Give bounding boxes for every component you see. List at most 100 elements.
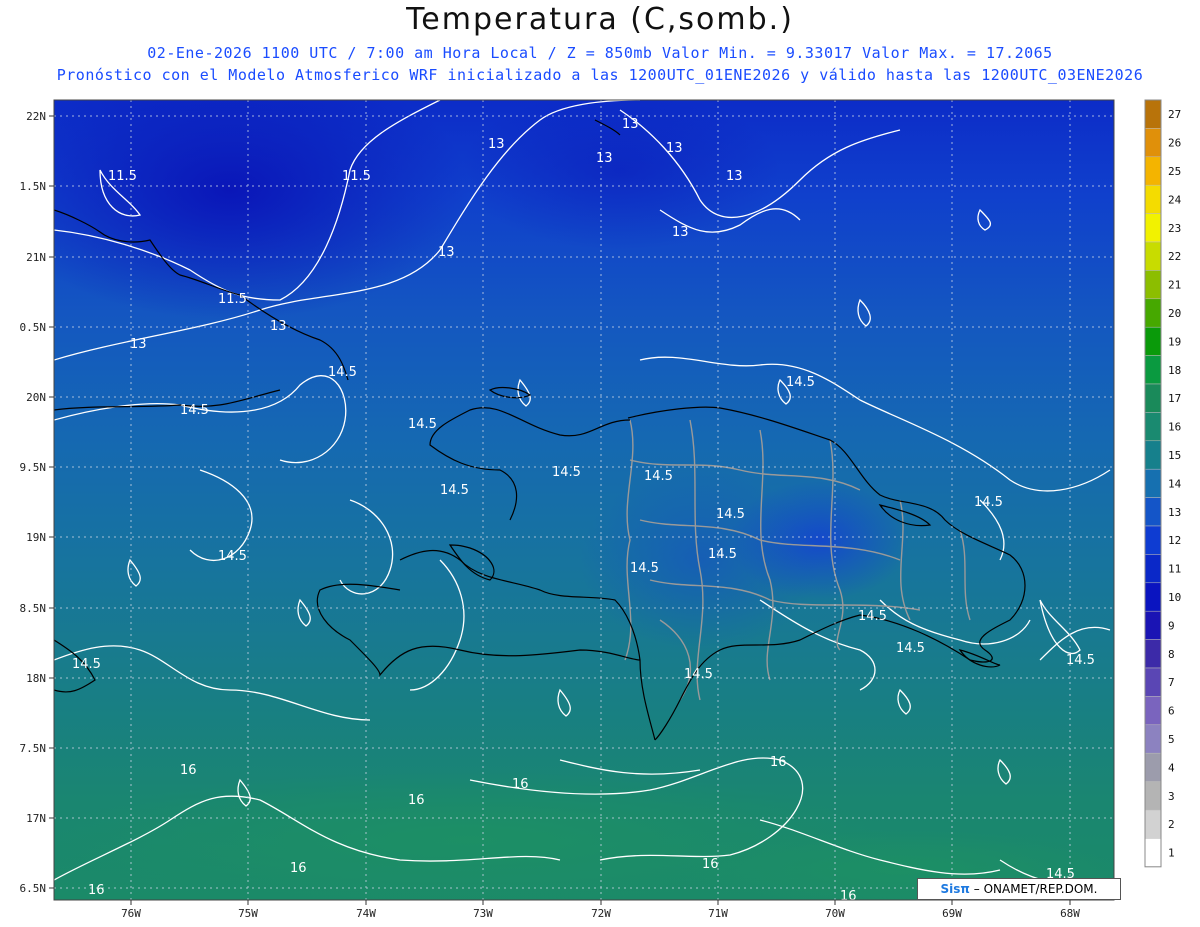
contour-label: 11.5	[218, 292, 247, 307]
contour-label: 14.5	[72, 657, 101, 672]
contour-label: 14.5	[708, 547, 737, 562]
colorbar-swatch	[1144, 156, 1162, 186]
colorbar-label: 9	[1168, 619, 1175, 632]
colorbar-label: 10	[1168, 591, 1181, 604]
contour-label: 13	[666, 141, 683, 156]
colorbar-swatch	[1144, 667, 1162, 697]
plot-area: 11.5 11.5 11.5 13 13 13 13 13 13 13 13 1…	[54, 100, 1114, 904]
contour-label: 14.5	[974, 495, 1003, 510]
contour-label: 11.5	[108, 169, 137, 184]
colorbar-swatch	[1144, 639, 1162, 669]
colorbar-swatch	[1144, 752, 1162, 782]
contour-label: 14.5	[644, 469, 673, 484]
colorbar-swatch	[1144, 440, 1162, 470]
lat-label: 9.5N	[20, 461, 47, 474]
colorbar-label: 22	[1168, 250, 1181, 263]
colorbar-swatch	[1144, 241, 1162, 271]
credit-box: Sisπ – ONAMET/REP.DOM.	[917, 878, 1121, 900]
lon-label: 74W	[356, 907, 376, 920]
contour-label: 13	[438, 245, 455, 260]
colorbar-label: 27	[1168, 108, 1181, 121]
contour-label: 14.5	[440, 483, 469, 498]
lat-label: 20N	[26, 391, 46, 404]
colorbar-swatch	[1144, 128, 1162, 158]
colorbar-label: 18	[1168, 364, 1181, 377]
contour-label: 14.5	[180, 403, 209, 418]
contour-label: 14.5	[858, 609, 887, 624]
contour-label: 13	[672, 225, 689, 240]
lat-label: 17N	[26, 812, 46, 825]
colorbar-label: 6	[1168, 705, 1175, 718]
colorbar-swatch	[1144, 497, 1162, 527]
lat-label: 1.5N	[20, 180, 47, 193]
colorbar-label: 2	[1168, 818, 1175, 831]
contour-label: 14.5	[218, 549, 247, 564]
lat-label: 21N	[26, 251, 46, 264]
contour-label: 14.5	[786, 375, 815, 390]
lat-label: 6.5N	[20, 882, 47, 895]
lat-label: 8.5N	[20, 602, 47, 615]
colorbar-label: 21	[1168, 279, 1181, 292]
lon-label: 73W	[473, 907, 493, 920]
credit-text: – ONAMET/REP.DOM.	[973, 882, 1098, 896]
colorbar: 2726252423222120191817161514131211109876…	[1144, 99, 1182, 868]
contour-label: 16	[770, 755, 787, 770]
colorbar-label: 12	[1168, 534, 1181, 547]
colorbar-swatch	[1144, 525, 1162, 555]
colorbar-label: 17	[1168, 392, 1181, 405]
colorbar-label: 15	[1168, 449, 1181, 462]
contour-label: 16	[408, 793, 425, 808]
colorbar-swatch	[1144, 781, 1162, 811]
colorbar-swatch	[1144, 213, 1162, 243]
colorbar-swatch	[1144, 468, 1162, 498]
contour-label: 16	[840, 889, 857, 904]
x-axis-ticks	[130, 900, 1071, 905]
lon-label: 68W	[1060, 907, 1080, 920]
colorbar-swatch	[1144, 412, 1162, 442]
lon-label: 76W	[121, 907, 141, 920]
colorbar-label: 7	[1168, 676, 1175, 689]
colorbar-label: 24	[1168, 193, 1182, 206]
colorbar-swatch	[1144, 355, 1162, 385]
colorbar-label: 26	[1168, 137, 1181, 150]
colorbar-swatch	[1144, 184, 1162, 214]
lat-label: 0.5N	[20, 321, 47, 334]
lon-label: 69W	[942, 907, 962, 920]
lat-label: 7.5N	[20, 742, 47, 755]
contour-label: 16	[180, 763, 197, 778]
lon-label: 70W	[825, 907, 845, 920]
colorbar-swatch	[1144, 298, 1162, 328]
colorbar-swatch	[1144, 270, 1162, 300]
contour-label: 14.5	[408, 417, 437, 432]
y-axis-ticks	[49, 115, 54, 889]
contour-label: 13	[596, 151, 613, 166]
colorbar-swatch	[1144, 383, 1162, 413]
contour-label: 14.5	[684, 667, 713, 682]
contour-label: 14.5	[630, 561, 659, 576]
temperature-map: 11.5 11.5 11.5 13 13 13 13 13 13 13 13 1…	[20, 99, 1182, 920]
colorbar-label: 19	[1168, 335, 1181, 348]
contour-label: 16	[290, 861, 307, 876]
colorbar-swatch	[1144, 838, 1162, 868]
lat-label: 22N	[26, 110, 46, 123]
colorbar-swatch	[1144, 554, 1162, 584]
contour-label: 13	[488, 137, 505, 152]
colorbar-label: 3	[1168, 790, 1175, 803]
contour-label: 16	[512, 777, 529, 792]
contour-label: 13	[726, 169, 743, 184]
colorbar-swatch	[1144, 809, 1162, 839]
contour-label: 14.5	[552, 465, 581, 480]
contour-label: 16	[88, 883, 105, 898]
colorbar-label: 5	[1168, 733, 1175, 746]
contour-label: 13	[130, 337, 147, 352]
colorbar-swatch	[1144, 99, 1162, 129]
colorbar-swatch	[1144, 724, 1162, 754]
contour-label: 11.5	[342, 169, 371, 184]
colorbar-swatch	[1144, 326, 1162, 356]
contour-label: 14.5	[716, 507, 745, 522]
colorbar-label: 23	[1168, 222, 1181, 235]
colorbar-label: 11	[1168, 563, 1181, 576]
x-axis-labels: 76W 75W 74W 73W 72W 71W 70W 69W 68W	[121, 907, 1080, 920]
colorbar-label: 14	[1168, 477, 1182, 490]
contour-label: 13	[270, 319, 287, 334]
